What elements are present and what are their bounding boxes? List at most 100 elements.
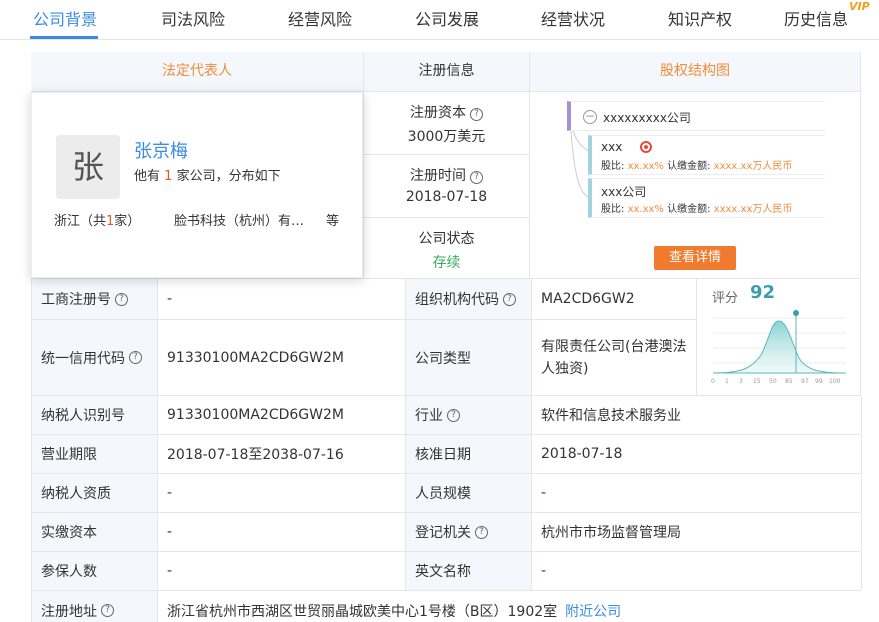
reg-time-value: 2018-07-18 bbox=[405, 189, 488, 205]
tab-history[interactable]: 历史信息 bbox=[784, 6, 848, 30]
help-icon[interactable]: ? bbox=[115, 292, 128, 306]
address-cell: 浙江省杭州市西湖区世贸丽晶城欧美中心1号楼（B区）1902室 附近公司 bbox=[158, 591, 862, 622]
table-row: 实缴资本 - 登记机关? 杭州市市场监督管理局 bbox=[31, 513, 862, 552]
tab-intellectual-property[interactable]: 知识产权 bbox=[668, 6, 732, 30]
reg-time-label: 注册时间 bbox=[410, 168, 466, 184]
legal-rep-header: 法定代表人 bbox=[31, 52, 364, 92]
shareholder-meta: 股比: xx.xx% 认缴金额: xxxx.xx万人民币 bbox=[601, 200, 792, 215]
legal-rep-company[interactable]: 脸书科技（杭州）有… bbox=[174, 210, 304, 229]
tab-operation-risk[interactable]: 经营风险 bbox=[288, 6, 352, 30]
axis-tick: 97 bbox=[801, 378, 809, 385]
reg-time-cell: 注册时间? 2018-07-18 bbox=[364, 155, 530, 218]
legal-rep-name[interactable]: 张京梅 bbox=[134, 137, 188, 163]
score-panel: 评分 92 0 1 3 15 50 85 97 99 100 bbox=[696, 279, 861, 396]
help-icon[interactable]: ? bbox=[475, 525, 488, 539]
amount-label: 认缴金额: bbox=[667, 204, 711, 215]
industry: 软件和信息技术服务业 bbox=[532, 396, 862, 434]
english-name-label: 英文名称 bbox=[406, 552, 532, 590]
taxpayer-qual: - bbox=[158, 474, 406, 512]
tab-judicial-risk[interactable]: 司法风险 bbox=[161, 6, 225, 30]
tab-bar: 公司背景 司法风险 经营风险 公司发展 经营状况 知识产权 历史信息 VIP bbox=[0, 0, 879, 40]
table-row: 营业期限 2018-07-18至2038-07-16 核准日期 2018-07-… bbox=[31, 435, 862, 474]
nearby-companies-link[interactable]: 附近公司 bbox=[565, 601, 621, 621]
biz-reg-no: - bbox=[158, 279, 406, 319]
address: 浙江省杭州市西湖区世贸丽晶城欧美中心1号楼（B区）1902室 bbox=[167, 603, 558, 620]
staff-label: 人员规模 bbox=[406, 474, 532, 512]
org-code-label: 组织机构代码 bbox=[415, 292, 499, 308]
desc-prefix: 他有 bbox=[134, 169, 161, 184]
shareholder-name: xxx bbox=[601, 140, 623, 154]
english-name: - bbox=[532, 552, 862, 590]
axis-tick: 99 bbox=[815, 378, 823, 385]
company-status-value: 存续 bbox=[432, 255, 461, 271]
help-icon[interactable]: ? bbox=[503, 292, 516, 306]
term: 2018-07-18至2038-07-16 bbox=[158, 435, 406, 473]
company-status-label: 公司状态 bbox=[418, 231, 475, 247]
region-suffix: 家） bbox=[114, 214, 141, 229]
equity-node[interactable]: xxx 股比: xx.xx% 认缴金额: xxxx.xx万人民币 bbox=[588, 135, 825, 175]
view-details-button[interactable]: 查看详情 bbox=[654, 246, 736, 270]
axis-tick: 100 bbox=[829, 378, 841, 385]
staff: - bbox=[532, 474, 862, 512]
legal-rep-popup: 张 张京梅 他有 1 家公司，分布如下 浙江（共1家） 脸书科技（杭州）有… 等 bbox=[31, 92, 363, 278]
active-tab-indicator bbox=[30, 36, 98, 39]
axis-tick: 85 bbox=[785, 378, 793, 385]
reg-capital-value: 3000万美元 bbox=[407, 129, 486, 145]
ratio-label: 股比: bbox=[601, 204, 625, 215]
collapse-icon[interactable]: − bbox=[583, 110, 597, 124]
taxpayer-id: 91330100MA2CD6GW2M bbox=[158, 396, 406, 434]
company-type: 有限责任公司(台港澳法人独资) bbox=[532, 320, 697, 395]
amount-value: xxxx.xx万人民币 bbox=[713, 161, 793, 172]
help-icon[interactable]: ? bbox=[447, 408, 460, 422]
ratio-value: xx.xx% bbox=[627, 161, 664, 172]
vip-badge: VIP bbox=[849, 0, 870, 13]
score-distribution-chart: 0 1 3 15 50 85 97 99 100 bbox=[711, 310, 847, 385]
reg-capital-cell: 注册资本? 3000万美元 bbox=[364, 92, 530, 155]
company-type-label: 公司类型 bbox=[406, 320, 532, 395]
industry-label-cell: 行业? bbox=[406, 396, 532, 434]
registration-header: 注册信息 bbox=[364, 52, 530, 92]
table-row: 注册地址? 浙江省杭州市西湖区世贸丽晶城欧美中心1号楼（B区）1902室 附近公… bbox=[31, 591, 861, 622]
help-icon[interactable]: ? bbox=[470, 108, 483, 121]
tab-company-development[interactable]: 公司发展 bbox=[415, 6, 479, 30]
approve-label: 核准日期 bbox=[406, 435, 532, 473]
avatar: 张 bbox=[56, 135, 120, 199]
company-count: 1 bbox=[164, 169, 173, 184]
company-status-cell: 公司状态 存续 bbox=[364, 218, 530, 279]
tab-company-background[interactable]: 公司背景 bbox=[33, 6, 97, 30]
legal-rep-desc: 他有 1 家公司，分布如下 bbox=[134, 165, 281, 184]
taxpayer-qual-label: 纳税人资质 bbox=[32, 474, 158, 512]
org-code-label-cell: 组织机构代码? bbox=[406, 279, 532, 319]
axis-tick: 1 bbox=[725, 378, 729, 385]
axis-tick: 15 bbox=[753, 378, 761, 385]
help-icon[interactable]: ? bbox=[101, 604, 114, 617]
equity-node[interactable]: xxx公司 股比: xx.xx% 认缴金额: xxxx.xx万人民币 bbox=[588, 178, 825, 218]
equity-root-node[interactable]: − xxxxxxxxx公司 bbox=[567, 101, 825, 131]
biz-reg-no-label: 工商注册号 bbox=[41, 292, 111, 308]
amount-label: 认缴金额: bbox=[667, 161, 711, 172]
paid-capital-label: 实缴资本 bbox=[32, 513, 158, 551]
help-icon[interactable]: ? bbox=[129, 351, 142, 364]
equity-header: 股权结构图 bbox=[530, 52, 861, 92]
credit-code-label-cell: 统一信用代码? bbox=[32, 320, 158, 395]
table-row: 参保人数 - 英文名称 - bbox=[31, 552, 862, 591]
legal-rep-region[interactable]: 浙江（共1家） bbox=[54, 210, 140, 229]
legal-rep-more: 等 bbox=[326, 214, 340, 229]
industry-label: 行业 bbox=[415, 408, 443, 424]
term-label: 营业期限 bbox=[32, 435, 158, 473]
insured: - bbox=[158, 552, 406, 590]
help-icon[interactable]: ? bbox=[470, 171, 483, 184]
ratio-value: xx.xx% bbox=[627, 204, 664, 215]
ratio-label: 股比: bbox=[601, 161, 625, 172]
axis-tick: 3 bbox=[739, 378, 743, 385]
axis-tick: 50 bbox=[769, 378, 777, 385]
credit-code: 91330100MA2CD6GW2M bbox=[158, 320, 406, 395]
score-value: 92 bbox=[750, 282, 776, 303]
region-prefix: 浙江（共 bbox=[54, 214, 107, 229]
shareholder-name: xxx公司 bbox=[601, 185, 647, 199]
axis-tick: 0 bbox=[711, 378, 715, 385]
approve: 2018-07-18 bbox=[532, 435, 862, 473]
tab-operation-status[interactable]: 经营状况 bbox=[541, 6, 605, 30]
insured-label: 参保人数 bbox=[32, 552, 158, 590]
biz-reg-no-label-cell: 工商注册号? bbox=[32, 279, 158, 319]
